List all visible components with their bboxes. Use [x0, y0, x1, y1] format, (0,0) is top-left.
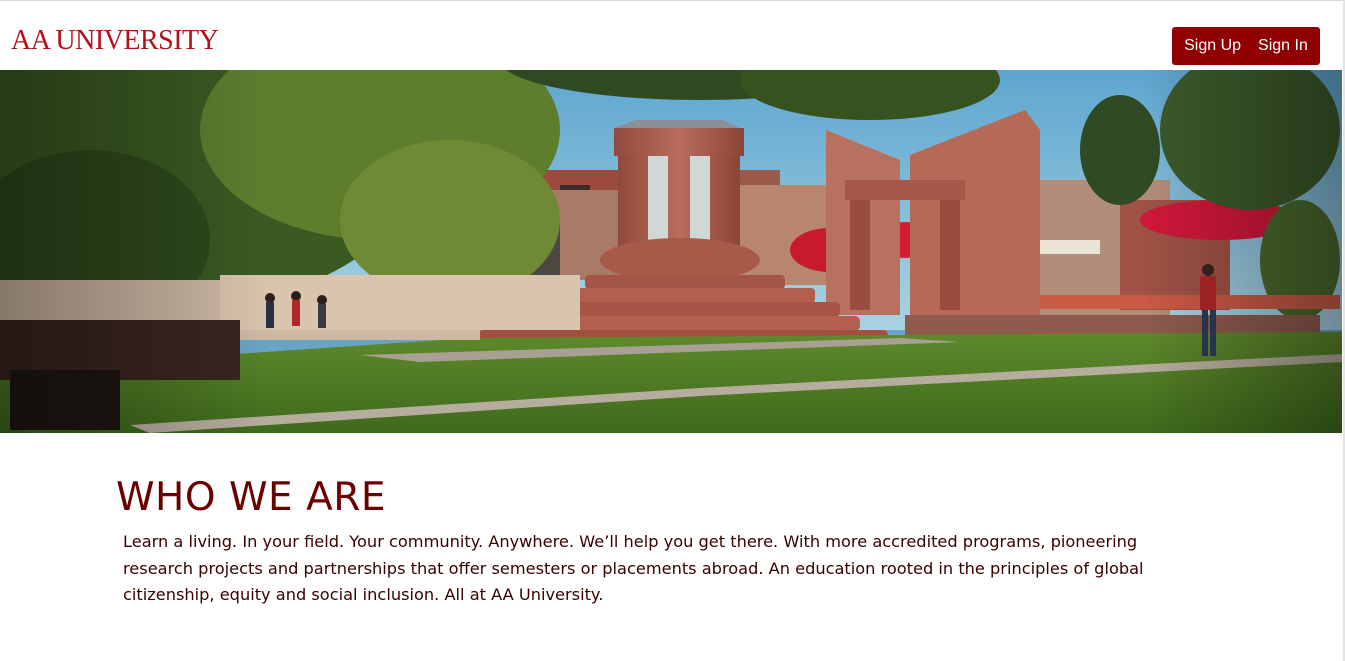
section-heading: WHO WE ARE: [116, 475, 387, 520]
who-we-are-section: WHO WE ARE Learn a living. In your field…: [0, 433, 1343, 661]
sign-up-button[interactable]: Sign Up: [1184, 37, 1241, 55]
campus-plaza-illustration: [0, 70, 1342, 433]
auth-button-group: Sign Up Sign In: [1172, 27, 1320, 65]
brand-logo[interactable]: AA UNIVERSITY: [11, 26, 219, 56]
hero-image: [0, 70, 1342, 433]
navbar: AA UNIVERSITY Sign Up Sign In: [0, 1, 1343, 70]
section-paragraph: Learn a living. In your field. Your comm…: [123, 532, 1144, 604]
sign-in-button[interactable]: Sign In: [1258, 37, 1308, 55]
